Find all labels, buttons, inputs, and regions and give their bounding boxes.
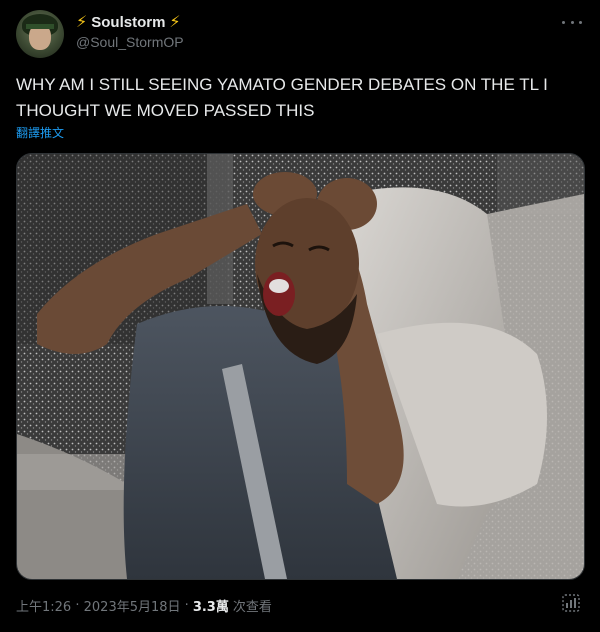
tweet-date[interactable]: 2023年5月18日 [84,596,181,615]
photo-illustration [17,154,584,579]
views-label: 次查看 [232,600,272,615]
meta-separator: · [184,598,189,613]
avatar-headband [26,24,54,29]
views-count: 3.3萬 [192,600,229,615]
lightning-bolt-icon: ⚡ [76,12,88,31]
tweet-photo[interactable] [16,153,585,580]
tweet-time[interactable]: 上午1:26 [16,596,71,615]
author-name-row[interactable]: ⚡ Soulstorm ⚡ [76,12,181,32]
tweet-card: ⚡ Soulstorm ⚡ @Soul_StormOP WHY AM I STI… [0,0,600,632]
meta-separator: · [75,598,80,613]
more-options-icon[interactable] [562,14,582,30]
more-dot [579,20,582,24]
author-display-name[interactable]: Soulstorm [91,14,165,31]
tweet-text: WHY AM I STILL SEEING YAMATO GENDER DEBA… [16,75,548,120]
more-dot [562,20,565,24]
author-handle[interactable]: @Soul_StormOP [76,34,184,50]
avatar[interactable] [16,10,64,58]
more-dot [570,20,574,24]
tweet-meta: 上午1:26 · 2023年5月18日 · 3.3萬 次查看 [16,596,272,615]
analytics-icon[interactable] [562,594,580,612]
lightning-bolt-icon: ⚡ [169,12,181,31]
translate-link[interactable]: 翻譯推文 [16,124,64,141]
